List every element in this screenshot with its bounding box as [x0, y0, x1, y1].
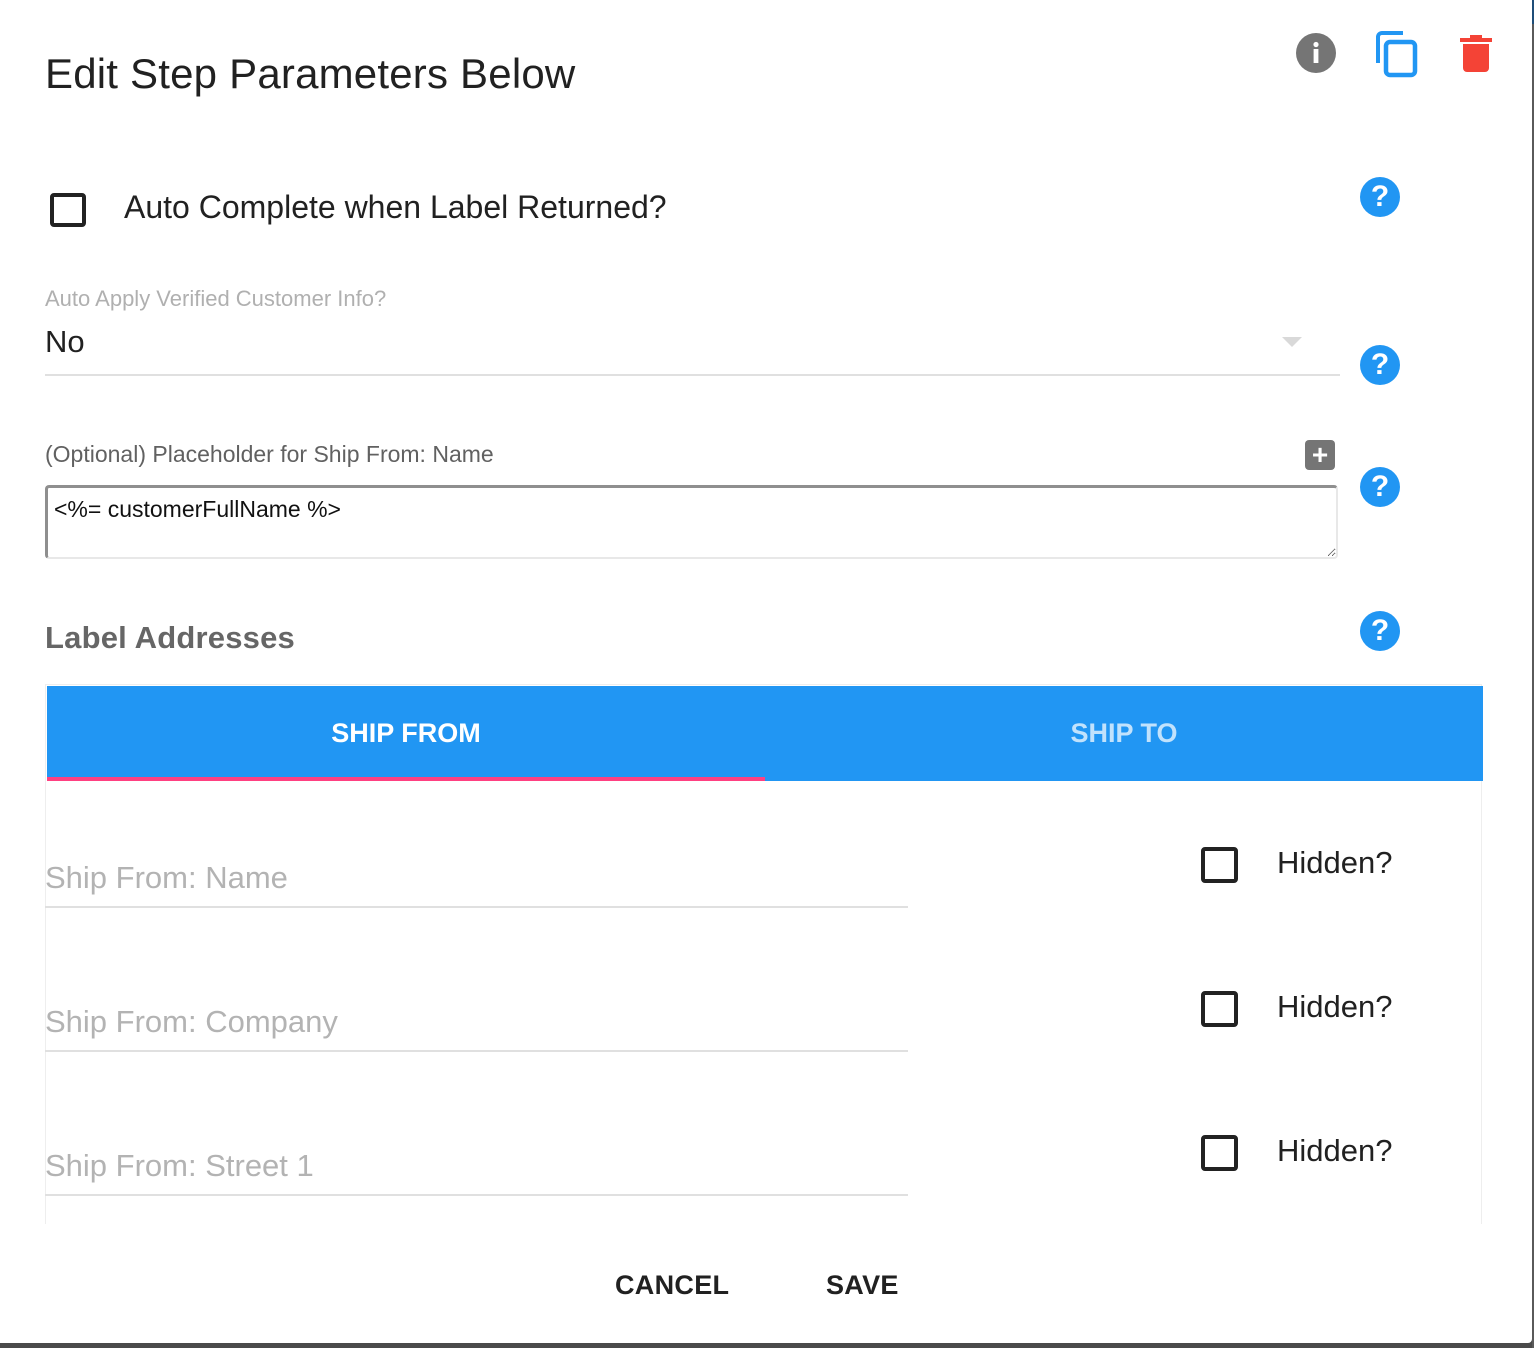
placeholder-field-label: (Optional) Placeholder for Ship From: Na…	[45, 441, 494, 467]
hidden-label-street1: Hidden?	[1277, 1133, 1393, 1168]
ship-from-name-input[interactable]: Ship From: Name	[45, 860, 907, 900]
tab-bar: SHIP FROM SHIP TO	[47, 686, 1483, 781]
auto-apply-select[interactable]	[45, 320, 1340, 376]
placeholder-textarea[interactable]	[45, 485, 1338, 559]
cancel-button[interactable]: CANCEL	[607, 1266, 737, 1305]
ship-from-name-underline	[45, 906, 908, 908]
ship-from-street1-input[interactable]: Ship From: Street 1	[45, 1148, 907, 1188]
delete-icon[interactable]	[1460, 33, 1492, 73]
hidden-checkbox-company[interactable]	[1201, 991, 1238, 1027]
label-addresses-title: Label Addresses	[45, 620, 295, 655]
hidden-label-company: Hidden?	[1277, 989, 1393, 1024]
copy-icon[interactable]	[1374, 30, 1418, 78]
ship-from-street1-underline	[45, 1194, 908, 1196]
hidden-label-name: Hidden?	[1277, 845, 1393, 880]
tab-ship-to[interactable]: SHIP TO	[765, 686, 1483, 781]
help-icon-placeholder[interactable]: ?	[1360, 467, 1400, 507]
help-icon-auto-complete[interactable]: ?	[1360, 177, 1400, 217]
ship-from-company-underline	[45, 1050, 908, 1052]
help-icon-label-addresses[interactable]: ?	[1360, 611, 1400, 651]
info-icon[interactable]	[1296, 33, 1336, 73]
auto-complete-label: Auto Complete when Label Returned?	[124, 189, 667, 225]
tab-ship-to-label: SHIP TO	[1070, 718, 1178, 748]
add-variable-button[interactable]: +	[1305, 440, 1335, 470]
tab-ship-from-label: SHIP FROM	[331, 718, 481, 748]
edit-step-dialog: Edit Step Parameters Below Auto Complete…	[0, 0, 1532, 1343]
auto-complete-checkbox[interactable]	[50, 193, 86, 227]
hidden-checkbox-street1[interactable]	[1201, 1135, 1238, 1171]
ship-from-company-input[interactable]: Ship From: Company	[45, 1004, 907, 1044]
dialog-title: Edit Step Parameters Below	[45, 50, 576, 97]
tab-ship-from[interactable]: SHIP FROM	[47, 686, 765, 781]
address-tabs: SHIP FROM SHIP TO	[45, 684, 1483, 1224]
hidden-checkbox-name[interactable]	[1201, 847, 1238, 883]
save-button[interactable]: SAVE	[818, 1266, 907, 1305]
auto-apply-label: Auto Apply Verified Customer Info?	[45, 286, 387, 311]
plus-icon: +	[1311, 439, 1329, 470]
help-icon-auto-apply[interactable]: ?	[1360, 345, 1400, 385]
active-tab-indicator	[47, 777, 765, 781]
